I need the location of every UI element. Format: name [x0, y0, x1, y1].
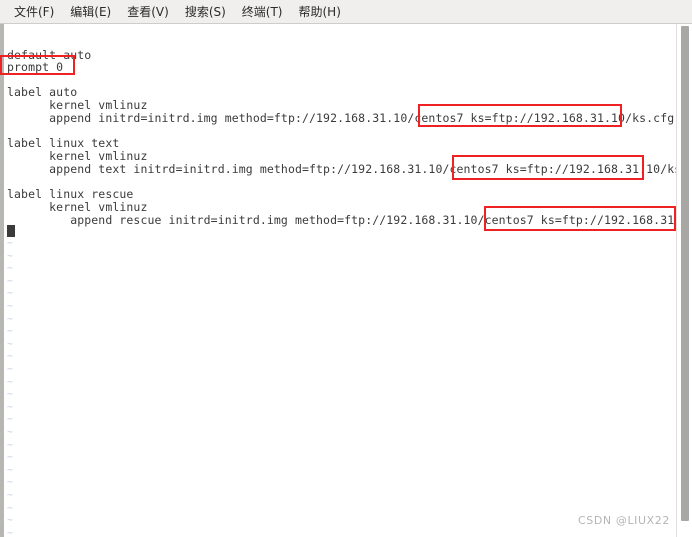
menu-terminal[interactable]: 终端(T)	[234, 1, 291, 22]
empty-line-marker: ~	[7, 275, 14, 287]
empty-line-marker: ~	[7, 338, 14, 350]
empty-line-marker: ~	[7, 288, 14, 300]
empty-line-marker: ~	[7, 313, 14, 325]
empty-line-marker: ~	[7, 452, 14, 464]
empty-line-marker: ~	[7, 364, 14, 375]
empty-line-marker: ~	[7, 376, 14, 388]
terminal-window: 文件(F) 编辑(E) 查看(V) 搜索(S) 终端(T) 帮助(H) defa…	[0, 0, 692, 537]
terminal-line: append text initrd=initrd.img method=ftp…	[7, 162, 676, 176]
terminal-area[interactable]: default auto prompt 0 label auto kernel vm…	[0, 24, 692, 537]
menu-file[interactable]: 文件(F)	[6, 1, 62, 22]
empty-line-marker: ~	[7, 515, 14, 527]
watermark: CSDN @LIUX22	[577, 514, 670, 527]
empty-line-marker: ~	[7, 477, 14, 489]
terminal-line: append rescue initrd=initrd.img method=f…	[7, 213, 676, 227]
menu-view[interactable]: 查看(V)	[119, 1, 177, 22]
empty-line-marker: ~	[7, 326, 14, 338]
empty-line-marker: ~	[7, 439, 14, 451]
empty-line-marker: ~	[7, 389, 14, 401]
empty-line-marker: ~	[7, 238, 14, 249]
empty-line-marker: ~	[7, 464, 14, 476]
empty-line-marker: ~	[7, 527, 14, 537]
empty-line-marker: ~	[7, 502, 14, 514]
empty-line-marker: ~	[7, 250, 14, 262]
empty-line-marker: ~	[7, 351, 14, 363]
empty-line-marker: ~	[7, 414, 14, 426]
vertical-scrollbar[interactable]	[676, 24, 692, 537]
text-cursor	[7, 225, 15, 237]
menu-edit[interactable]: 编辑(E)	[62, 1, 119, 22]
empty-line-marker: ~	[7, 301, 14, 312]
empty-line-marker: ~	[7, 490, 14, 501]
menu-search[interactable]: 搜索(S)	[177, 1, 234, 22]
terminal-line: append initrd=initrd.img method=ftp://19…	[7, 111, 675, 125]
menu-bar: 文件(F) 编辑(E) 查看(V) 搜索(S) 终端(T) 帮助(H)	[0, 0, 692, 24]
empty-line-marker: ~	[7, 263, 14, 275]
menu-help[interactable]: 帮助(H)	[291, 1, 349, 22]
terminal-line: prompt 0	[7, 60, 64, 74]
scrollbar-thumb[interactable]	[681, 26, 689, 521]
empty-line-marker: ~	[7, 427, 14, 438]
empty-line-marker: ~	[7, 401, 14, 413]
terminal-text-content[interactable]: default auto prompt 0 label auto kernel vm…	[4, 24, 676, 537]
